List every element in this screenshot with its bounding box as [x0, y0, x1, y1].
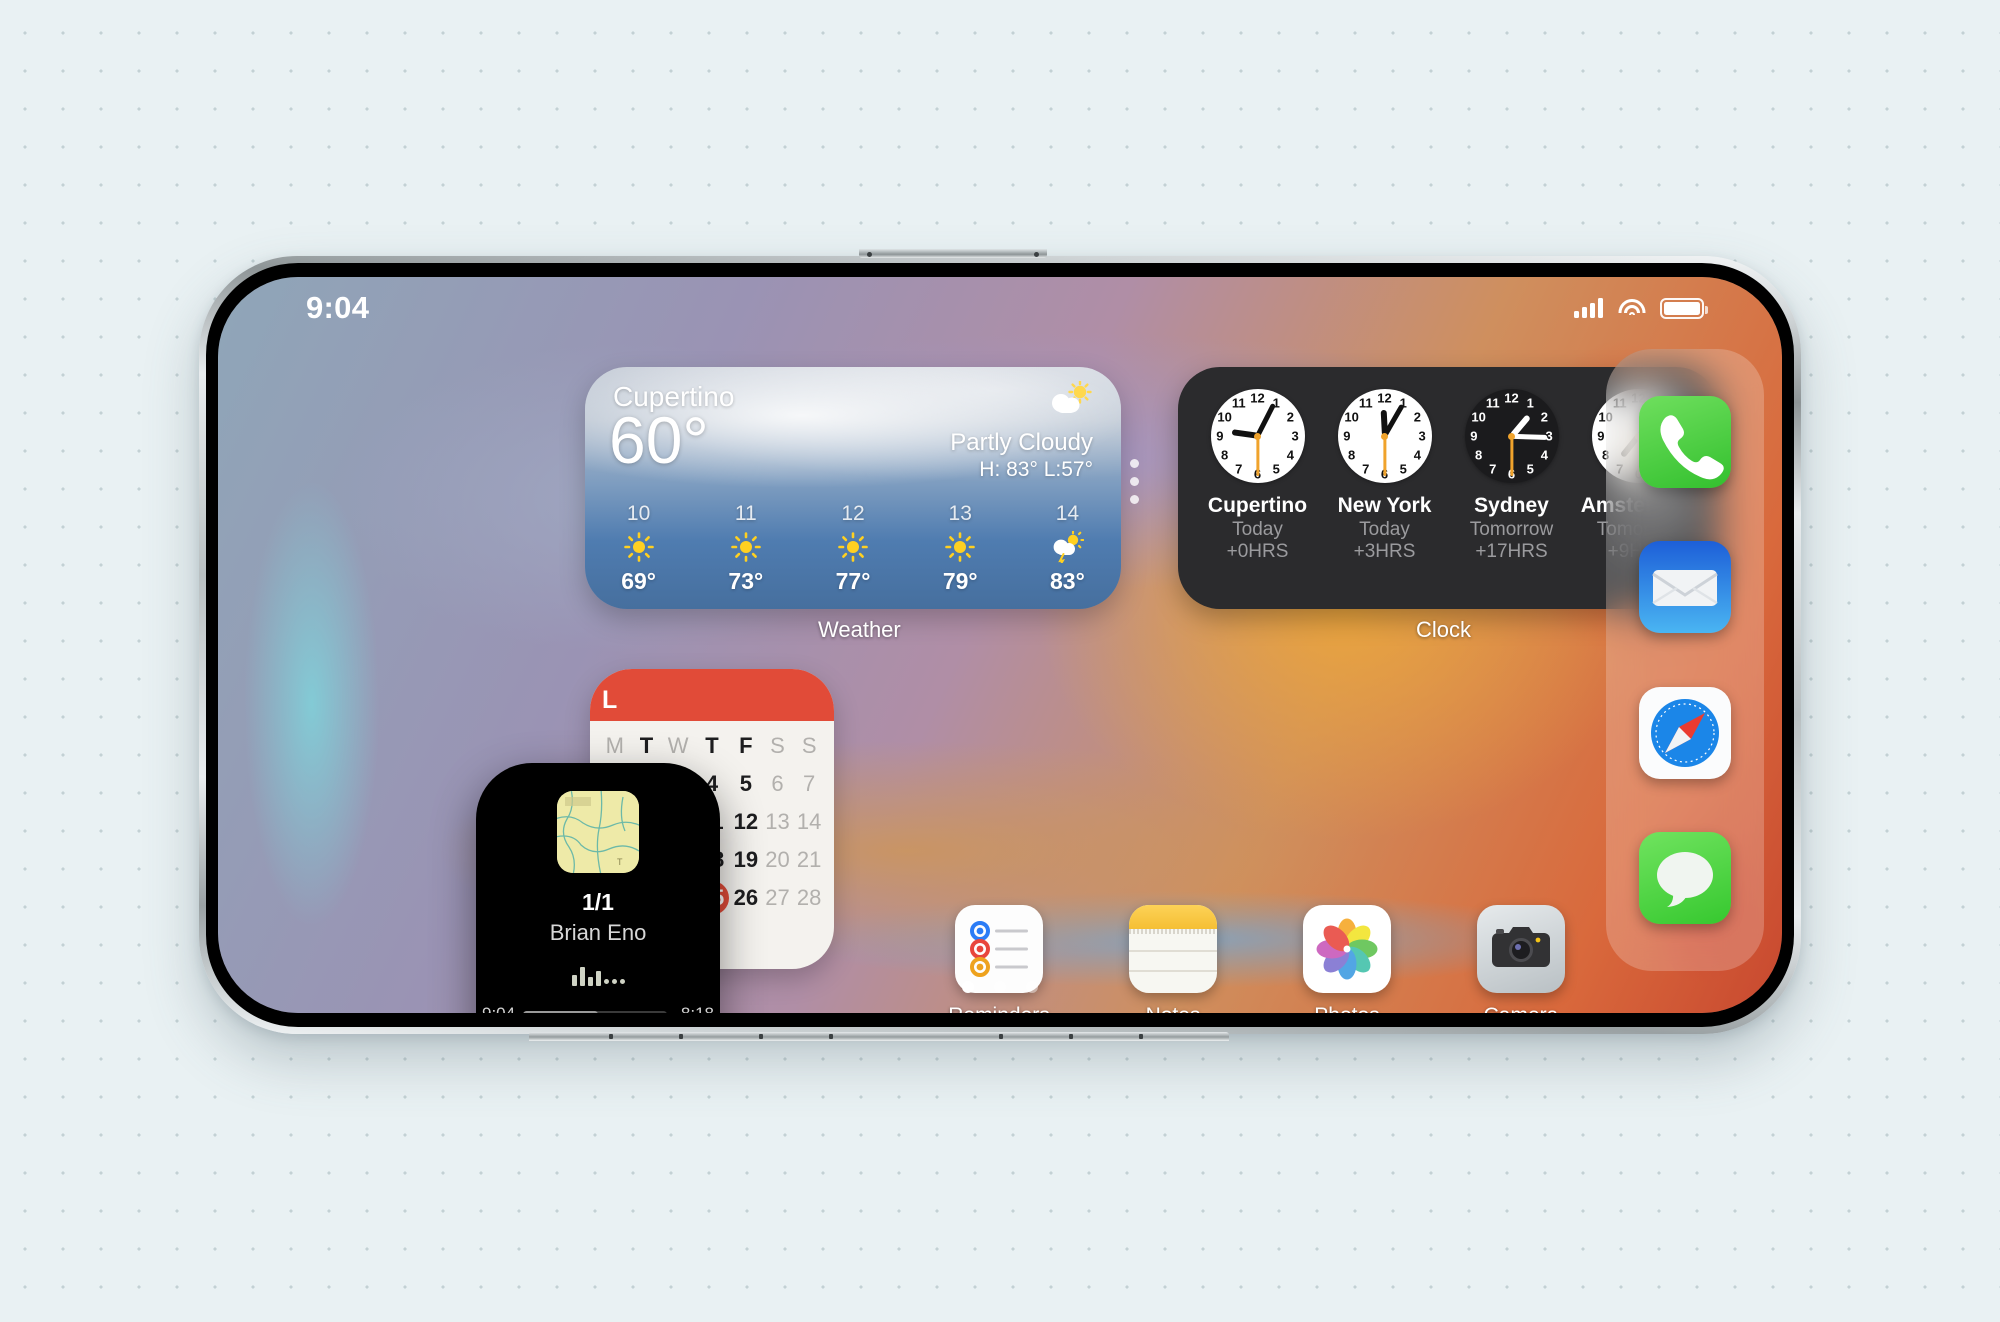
page-dot[interactable]	[1026, 981, 1038, 993]
clock-city-day: Tomorrow	[1469, 519, 1554, 540]
clock-widget-label: Clock	[1416, 617, 1472, 642]
clock-city-offset: +3HRS	[1353, 541, 1416, 562]
weather-hour-label: 13	[948, 502, 972, 525]
weather-hourly-forecast: 10 69° 11 73° 12 77° 13 79° 14 83°	[585, 502, 1121, 595]
camera-icon	[1477, 905, 1565, 993]
weather-hour-item: 10 69°	[585, 502, 692, 595]
phone-icon[interactable]	[1639, 395, 1731, 488]
weather-hour-label: 10	[626, 502, 651, 525]
app-notes[interactable]: Notes	[1098, 905, 1248, 1013]
svg-text:T: T	[617, 857, 623, 867]
page-dot[interactable]	[994, 981, 1006, 993]
app-label: Photos	[1272, 1004, 1422, 1013]
weather-hour-temp: 83°	[1050, 568, 1085, 594]
antenna-band-top	[859, 249, 1047, 258]
battery-level-fill	[1664, 301, 1700, 315]
notes-icon	[1129, 905, 1217, 993]
mail-icon[interactable]	[1639, 541, 1731, 634]
clock-city-offset: +0HRS	[1226, 541, 1289, 562]
progress-scrubber[interactable]	[523, 1010, 668, 1013]
phone-device-frame: 9:04 Cupertino 60° Partly Cloudy H: 83° …	[199, 249, 1801, 1041]
now-playing-title: 1/1	[582, 889, 614, 915]
clock-city-cell: 121 23 45 67 89 1011 Cupertino Today +0H…	[1194, 389, 1321, 609]
weather-hour-label: 14	[1055, 502, 1080, 525]
clock-city-name: New York	[1337, 494, 1432, 517]
weather-hour-label: 11	[734, 502, 757, 525]
status-bar: 9:04	[218, 277, 1782, 339]
clock-city-cell: 121 23 45 67 89 1011 New York Today +3HR…	[1321, 389, 1448, 609]
weather-hour-item: 12 77°	[799, 502, 906, 595]
analog-clock-face: 121 23 45 67 89 1011	[1337, 389, 1432, 483]
status-bar-indicators	[1574, 297, 1708, 319]
app-label: Reminders	[924, 1004, 1074, 1013]
sun-icon	[799, 526, 906, 568]
clock-city-offset: +17HRS	[1475, 541, 1548, 562]
dock	[1606, 349, 1764, 971]
now-playing-widget[interactable]: T 1/1 Brian Eno 9:04 -8:18	[476, 763, 720, 1013]
remaining-time: -8:18	[675, 1004, 714, 1013]
weather-widget[interactable]: Cupertino 60° Partly Cloudy H: 83° L:57°…	[585, 367, 1121, 609]
weather-widget-label: Weather	[818, 617, 901, 642]
sun-icon	[907, 526, 1014, 568]
app-photos[interactable]: Photos	[1272, 905, 1422, 1013]
wifi-icon	[1618, 298, 1645, 318]
clock-city-name: Cupertino	[1207, 494, 1308, 517]
analog-clock-face: 121 23 45 67 89 1011	[1210, 389, 1305, 483]
device-bottom-ports	[529, 1032, 1229, 1041]
battery-full-icon	[1660, 297, 1708, 319]
app-label: Camera	[1446, 1004, 1596, 1013]
analog-clock-face: 121 23 45 67 89 1011	[1464, 389, 1559, 483]
clock-city-day: Today	[1232, 519, 1283, 540]
clock-city-day: Today	[1359, 519, 1410, 540]
weather-temperature: 60°	[609, 403, 709, 477]
now-playing-progress[interactable]: 9:04 -8:18	[476, 1004, 720, 1013]
weather-high-low: H: 83° L:57°	[979, 458, 1093, 481]
safari-icon[interactable]	[1639, 686, 1731, 779]
weather-hour-label: 12	[841, 502, 865, 525]
phone-screen: 9:04 Cupertino 60° Partly Cloudy H: 83° …	[218, 277, 1782, 1013]
weather-hour-item: 11 73°	[692, 502, 799, 595]
reminders-icon	[955, 905, 1043, 993]
weather-hour-temp: 69°	[621, 568, 656, 594]
weather-condition: Partly Cloudy	[950, 429, 1093, 456]
weather-hour-temp: 79°	[942, 568, 978, 594]
messages-icon[interactable]	[1639, 832, 1731, 925]
app-camera[interactable]: Camera	[1446, 905, 1596, 1013]
sun-icon	[585, 526, 692, 568]
sun-behind-cloud-icon	[1047, 380, 1095, 422]
elapsed-time: 9:04	[482, 1004, 515, 1013]
widget-stack-page-indicator[interactable]	[1130, 459, 1139, 504]
status-bar-time: 9:04	[306, 290, 370, 325]
clock-city-cell: 121 23 45 67 89 1011 Sydney Tomorrow +17…	[1448, 389, 1575, 609]
album-artwork: T	[557, 791, 639, 873]
app-label: Notes	[1098, 1004, 1248, 1013]
clock-city-name: Sydney	[1474, 494, 1549, 517]
phone-bezel: 9:04 Cupertino 60° Partly Cloudy H: 83° …	[206, 263, 1794, 1027]
audio-waveform-icon	[571, 966, 625, 986]
weather-hour-item: 14 83°	[1014, 502, 1121, 595]
sun-icon	[692, 526, 799, 568]
weather-hour-item: 13 79°	[907, 502, 1014, 595]
photos-icon	[1303, 905, 1391, 993]
page-dot[interactable]	[962, 981, 974, 993]
app-reminders[interactable]: Reminders	[924, 905, 1074, 1013]
weather-condition-block: Partly Cloudy H: 83° L:57°	[950, 429, 1093, 482]
calendar-month-header: L	[590, 669, 834, 721]
weather-hour-temp: 73°	[728, 568, 764, 594]
now-playing-artist: Brian Eno	[549, 920, 647, 945]
page-indicator[interactable]	[218, 981, 1782, 993]
sun-behind-rain-cloud-icon	[1014, 526, 1121, 568]
weather-hour-temp: 77°	[835, 568, 871, 594]
cellular-signal-icon	[1574, 298, 1603, 318]
